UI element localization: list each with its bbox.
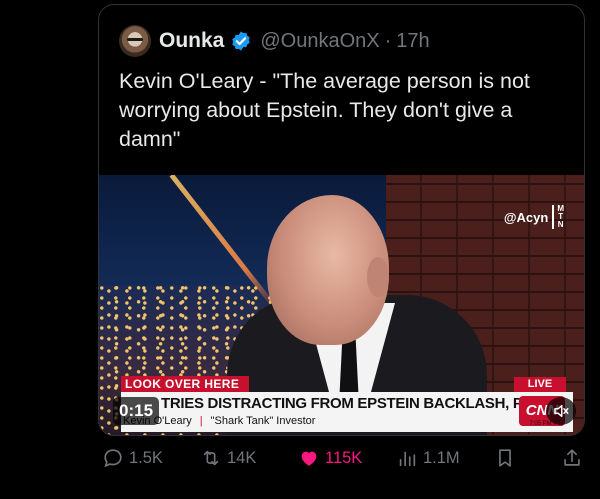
live-badge: LIVE bbox=[514, 377, 566, 392]
watermark-handle: @Acyn bbox=[503, 209, 549, 225]
video-watermark: @Acyn M T N bbox=[504, 205, 564, 229]
video-timer: 0:15 bbox=[113, 397, 160, 425]
repost-icon bbox=[203, 450, 219, 466]
chyron-kicker: LOOK OVER HERE bbox=[121, 376, 249, 392]
tweet-header: Ounka @OunkaOnX · 17h bbox=[119, 25, 430, 57]
repost-button[interactable]: 14K bbox=[200, 447, 256, 469]
person-ear bbox=[367, 257, 389, 297]
chyron-title: "Shark Tank" Investor bbox=[210, 415, 316, 427]
tweet-actions: 1.5K 14K 115K 1.1M bbox=[98, 446, 586, 470]
views-icon bbox=[399, 451, 416, 467]
handle[interactable]: @OunkaOnX bbox=[260, 30, 379, 53]
share-icon bbox=[564, 449, 580, 466]
mute-icon bbox=[554, 405, 569, 417]
verified-icon bbox=[232, 31, 251, 51]
bookmark-icon bbox=[499, 449, 511, 467]
views-count: 1.1M bbox=[423, 448, 460, 467]
chyron: TRIES DISTRACTING FROM EPSTEIN BACKLASH,… bbox=[121, 392, 573, 432]
chyron-separator: | bbox=[199, 415, 203, 427]
like-icon bbox=[301, 451, 317, 466]
repost-count: 14K bbox=[227, 448, 257, 467]
display-name[interactable]: Ounka bbox=[159, 29, 224, 53]
like-count: 115K bbox=[325, 448, 363, 467]
timestamp[interactable]: 17h bbox=[396, 30, 429, 53]
video-player[interactable]: @Acyn M T N LOOK OVER HERE LIVE TRIES DI… bbox=[99, 175, 584, 435]
reply-button[interactable]: 1.5K bbox=[102, 447, 163, 469]
mute-button[interactable] bbox=[546, 397, 576, 425]
watermark-network: M T N bbox=[552, 205, 564, 229]
tweet-text: Kevin O'Leary - "The average person is n… bbox=[119, 69, 530, 151]
bookmark-button[interactable] bbox=[494, 447, 516, 469]
separator-dot: · bbox=[384, 29, 392, 52]
reply-icon bbox=[104, 449, 122, 468]
views-button[interactable]: 1.1M bbox=[396, 447, 460, 469]
tweet-card[interactable]: Ounka @OunkaOnX · 17h Kevin O'Leary - "T… bbox=[98, 4, 585, 436]
avatar[interactable] bbox=[119, 25, 151, 57]
share-button[interactable] bbox=[561, 447, 583, 469]
like-button[interactable]: 115K bbox=[298, 447, 362, 469]
reply-count: 1.5K bbox=[129, 448, 163, 467]
chyron-headline: TRIES DISTRACTING FROM EPSTEIN BACKLASH,… bbox=[161, 395, 562, 412]
